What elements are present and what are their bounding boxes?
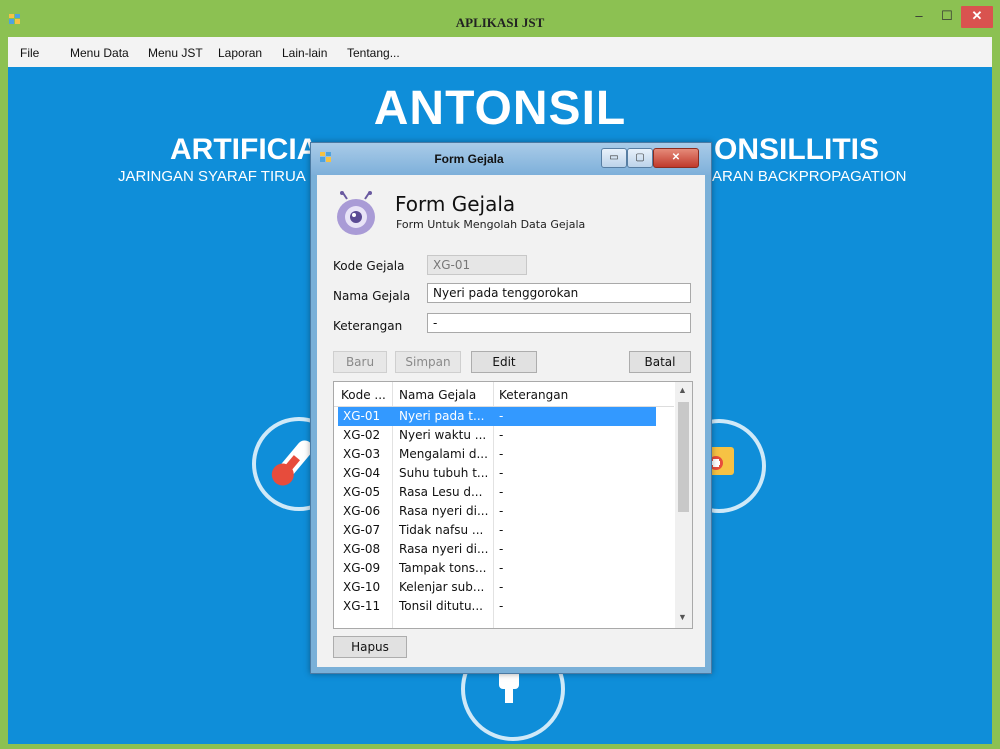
batal-button[interactable]: Batal [629, 351, 691, 373]
cell-kode: XG-06 [343, 504, 381, 518]
dialog-title: Form Gejala [434, 152, 504, 166]
cell-nama: Suhu tubuh t... [399, 466, 489, 480]
menu-data[interactable]: Menu Data [70, 46, 129, 60]
cell-keterangan: - [499, 428, 504, 442]
cell-keterangan: - [499, 523, 504, 537]
cell-nama: Rasa Lesu d... [399, 485, 483, 499]
cell-kode: XG-02 [343, 428, 381, 442]
baru-button[interactable]: Baru [333, 351, 387, 373]
cell-nama: Nyeri waktu ... [399, 428, 487, 442]
edit-button[interactable]: Edit [471, 351, 537, 373]
cell-kode: XG-09 [343, 561, 381, 575]
cell-keterangan: - [499, 599, 504, 613]
cell-nama: Tidak nafsu ... [399, 523, 484, 537]
cell-keterangan: - [499, 409, 504, 423]
form-gejala-dialog: Form Gejala ▭ ▢ ✕ Form Gejala Form Untuk… [310, 142, 712, 674]
close-button[interactable]: ✕ [961, 6, 993, 28]
cell-keterangan: - [499, 466, 504, 480]
kode-gejala-field[interactable]: XG-01 [427, 255, 527, 275]
menu-tentang[interactable]: Tentang... [347, 46, 400, 60]
table-row[interactable]: XG-05 Rasa Lesu d... - [338, 483, 656, 502]
keterangan-field[interactable]: - [427, 313, 691, 333]
banner-title: ANTONSIL [373, 82, 627, 135]
cell-nama: Tampak tons... [399, 561, 487, 575]
kode-gejala-label: Kode Gejala [333, 259, 405, 273]
minimize-button[interactable]: – [905, 6, 933, 28]
menu-jst[interactable]: Menu JST [148, 46, 203, 60]
cell-keterangan: - [499, 504, 504, 518]
dialog-maximize-button[interactable]: ▢ [627, 148, 653, 168]
window-title: APLIKASI JST [455, 15, 545, 30]
robot-icon [337, 191, 375, 235]
form-header-subtitle: Form Untuk Mengolah Data Gejala [396, 218, 586, 231]
hapus-button[interactable]: Hapus [333, 636, 407, 658]
dialog-title-bar[interactable]: Form Gejala ▭ ▢ ✕ [311, 143, 711, 175]
cell-keterangan: - [499, 580, 504, 594]
cell-keterangan: - [499, 542, 504, 556]
dialog-minimize-button[interactable]: ▭ [601, 148, 627, 168]
cell-nama: Mengalami d... [399, 447, 488, 461]
cell-kode: XG-10 [343, 580, 381, 594]
cell-keterangan: - [499, 561, 504, 575]
nama-gejala-label: Nama Gejala [333, 289, 411, 303]
table-header: Kode ... Nama Gejala Keterangan [334, 382, 674, 407]
cell-kode: XG-11 [343, 599, 381, 613]
table-row[interactable]: XG-08 Rasa nyeri di... - [338, 540, 656, 559]
cell-kode: XG-01 [343, 409, 381, 423]
cell-nama: Rasa nyeri di... [399, 542, 489, 556]
table-row[interactable]: XG-09 Tampak tons... - [338, 559, 656, 578]
menu-lain-lain[interactable]: Lain-lain [282, 46, 327, 60]
column-header-nama[interactable]: Nama Gejala [399, 388, 476, 402]
cell-nama: Rasa nyeri di... [399, 504, 489, 518]
keterangan-label: Keterangan [333, 319, 403, 333]
cell-nama: Kelenjar sub... [399, 580, 485, 594]
column-header-keterangan[interactable]: Keterangan [499, 388, 568, 402]
cell-kode: XG-03 [343, 447, 381, 461]
table-row[interactable]: XG-03 Mengalami d... - [338, 445, 656, 464]
form-header-title: Form Gejala [395, 192, 516, 216]
banner-tagline-left: JARINGAN SYARAF TIRUA [118, 168, 306, 185]
dialog-close-button[interactable]: ✕ [653, 148, 699, 168]
banner-subtitle-right: ONSILLITIS [714, 133, 879, 166]
scroll-up-icon[interactable]: ▲ [678, 385, 687, 395]
maximize-button[interactable]: ☐ [933, 6, 961, 28]
table-scrollbar[interactable]: ▲ ▼ [675, 382, 692, 628]
cell-keterangan: - [499, 485, 504, 499]
cell-nama: Tonsil ditutu... [399, 599, 483, 613]
table-row[interactable]: XG-02 Nyeri waktu ... - [338, 426, 656, 445]
title-bar[interactable]: APLIKASI JST – ☐ ✕ [0, 0, 1000, 37]
scroll-down-icon[interactable]: ▼ [678, 612, 687, 622]
table-row[interactable]: XG-11 Tonsil ditutu... - [338, 597, 656, 616]
table-row[interactable]: XG-04 Suhu tubuh t... - [338, 464, 656, 483]
scrollbar-thumb[interactable] [678, 402, 689, 512]
cell-keterangan: - [499, 447, 504, 461]
menu-laporan[interactable]: Laporan [218, 46, 262, 60]
simpan-button[interactable]: Simpan [395, 351, 461, 373]
window-bottom-edge [0, 744, 1000, 749]
cell-kode: XG-07 [343, 523, 381, 537]
table-row[interactable]: XG-01 Nyeri pada t... - [338, 407, 656, 426]
menu-file[interactable]: File [20, 46, 39, 60]
cell-kode: XG-04 [343, 466, 381, 480]
cell-nama: Nyeri pada t... [399, 409, 485, 423]
menu-bar: File Menu Data Menu JST Laporan Lain-lai… [8, 37, 992, 67]
nama-gejala-field[interactable]: Nyeri pada tenggorokan [427, 283, 691, 303]
table-row[interactable]: XG-10 Kelenjar sub... - [338, 578, 656, 597]
cell-kode: XG-08 [343, 542, 381, 556]
cell-kode: XG-05 [343, 485, 381, 499]
column-header-kode[interactable]: Kode ... [341, 388, 386, 402]
gejala-table[interactable]: Kode ... Nama Gejala Keterangan XG-01 Nye… [333, 381, 693, 629]
table-row[interactable]: XG-06 Rasa nyeri di... - [338, 502, 656, 521]
banner-tagline-right: ARAN BACKPROPAGATION [712, 168, 907, 185]
table-row[interactable]: XG-07 Tidak nafsu ... - [338, 521, 656, 540]
banner-subtitle-left: ARTIFICIA [170, 133, 319, 166]
dialog-body: Form Gejala Form Untuk Mengolah Data Gej… [317, 175, 705, 667]
